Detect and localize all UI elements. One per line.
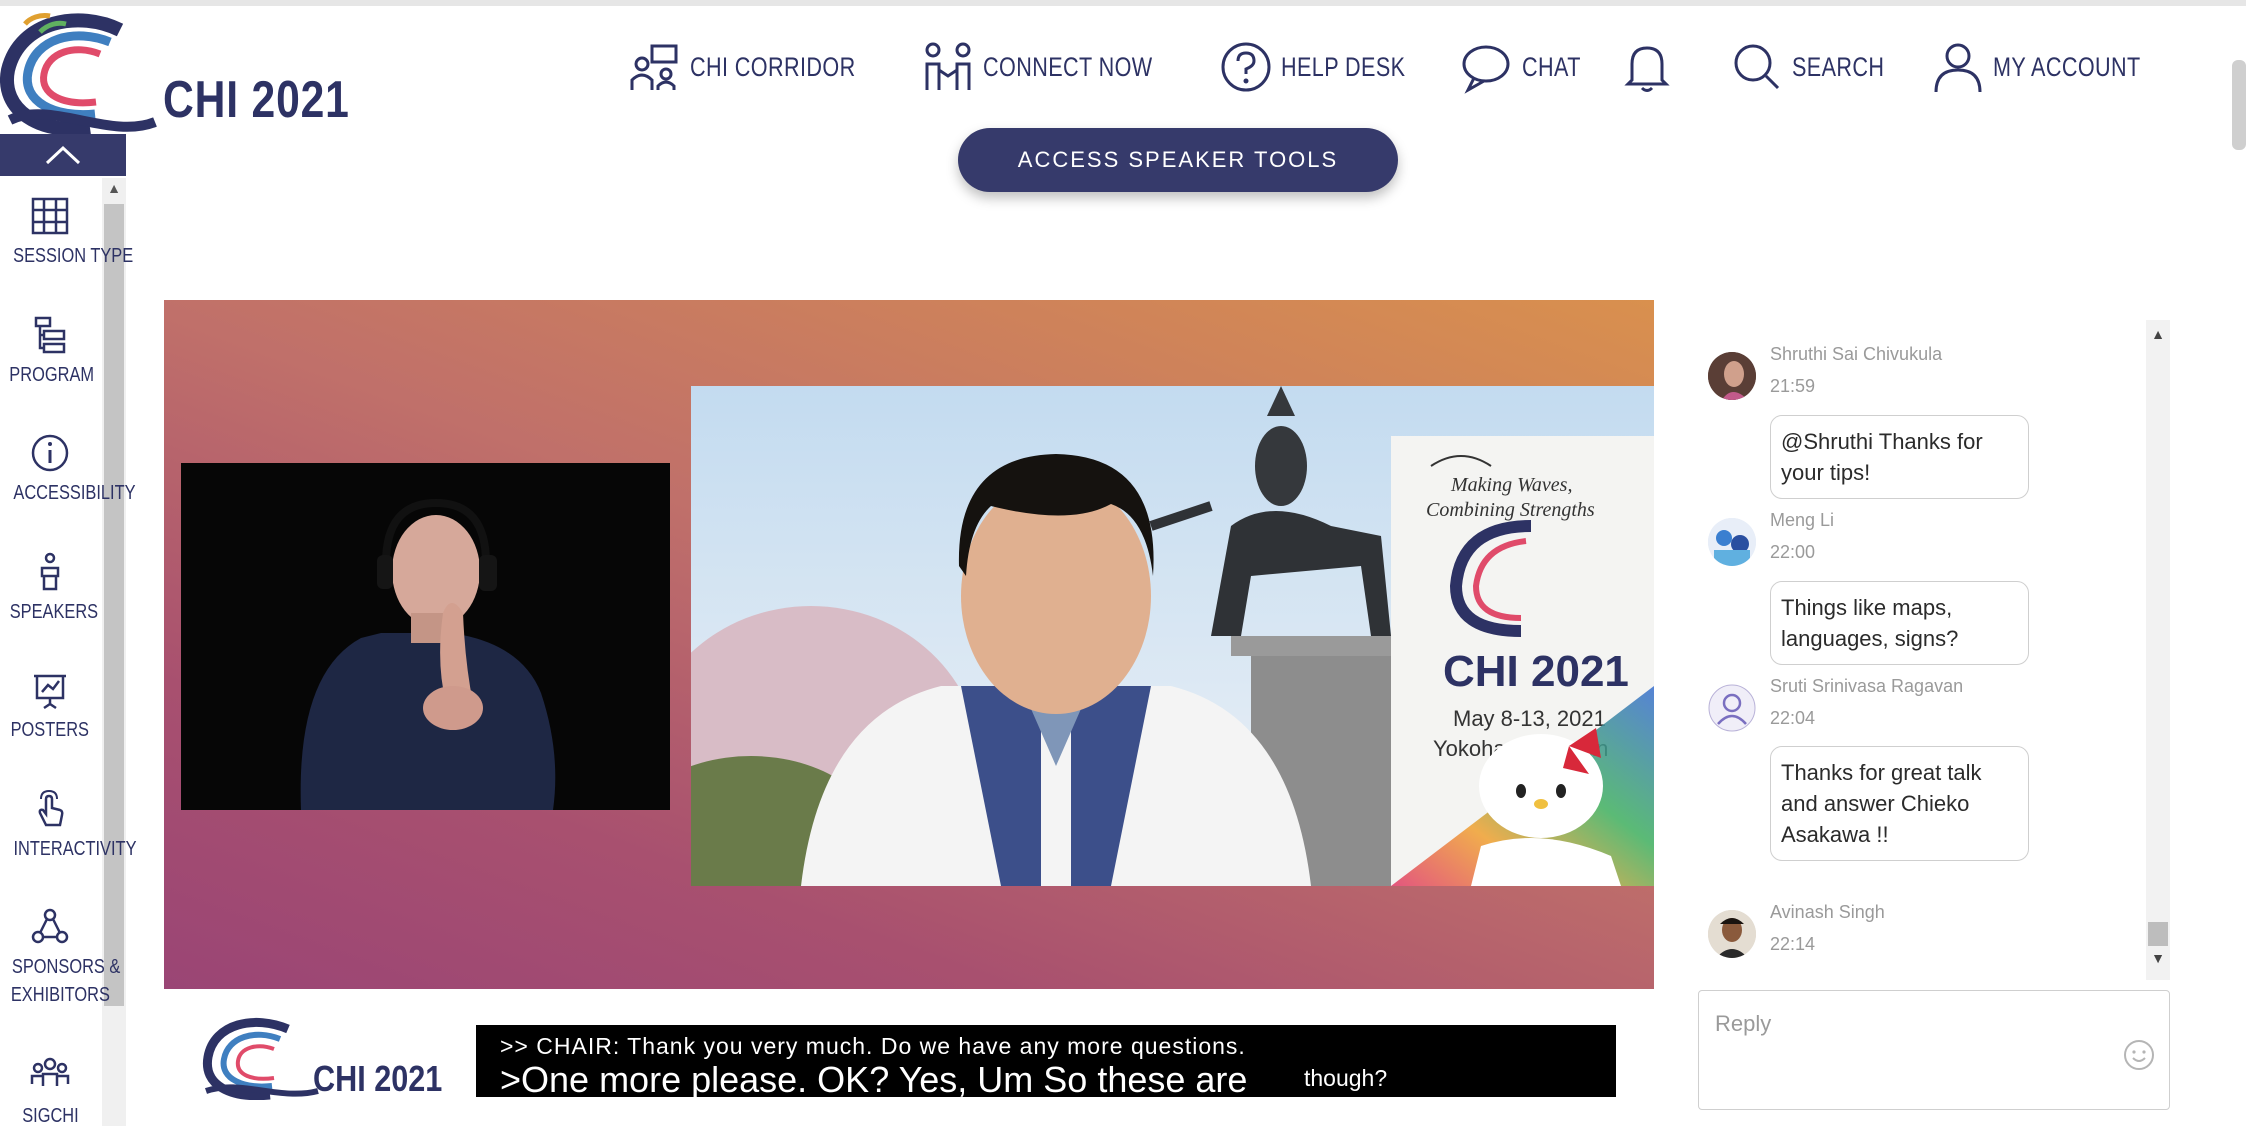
- chat-panel: Shruthi Sai Chivukula 21:59 @Shruthi Tha…: [1700, 320, 2145, 980]
- chat-scrollbar[interactable]: [2146, 320, 2170, 980]
- banner-date: May 8-13, 2021: [1453, 706, 1606, 731]
- banner-line-1: Making Waves,: [1450, 474, 1572, 496]
- nav-help-desk[interactable]: HELP DESK: [1219, 40, 1437, 94]
- connect-icon: [925, 42, 971, 90]
- avatar: [1708, 684, 1756, 732]
- speaker-icon: [40, 552, 60, 591]
- bell-icon: [1624, 46, 1670, 92]
- wave-logo-icon: [0, 13, 157, 137]
- network-icon: [31, 908, 69, 944]
- caption-line-3: though?: [1304, 1065, 1388, 1091]
- interpreter-figure: [181, 463, 670, 810]
- reply-input[interactable]: Reply: [1698, 990, 2170, 1110]
- help-icon: [1221, 42, 1271, 92]
- poster-icon: [34, 674, 66, 710]
- speaker-scene: Making Waves, Combining Strengths CHI 20…: [691, 386, 1654, 886]
- emoji-icon[interactable]: [2123, 1039, 2155, 1071]
- chat-icon: [1462, 45, 1510, 94]
- sidebar-item-interactivity[interactable]: INTERACTIVITY: [0, 789, 137, 863]
- info-icon: [31, 434, 69, 472]
- banner-title: CHI 2021: [1443, 647, 1629, 696]
- touch-icon: [38, 789, 64, 827]
- sign-language-interpreter-video: [181, 463, 670, 810]
- sidebar-item-label: INTERACTIVITY: [13, 838, 137, 860]
- top-nav: CHI CORRIDOR CONNECT NOW HELP DESK CHAT: [604, 40, 2178, 94]
- logo-text: CHI 2021: [163, 71, 350, 129]
- chat-message-author: Shruthi Sai Chivukula: [1770, 344, 1943, 364]
- browser-top-line: [0, 0, 2246, 6]
- chat-message-time: 22:14: [1770, 934, 1816, 954]
- sidebar-collapse-button[interactable]: [0, 134, 126, 176]
- sidebar-item-sponsors[interactable]: SPONSORS & EXHIBITORS: [0, 907, 120, 1009]
- avatar-photo: [1708, 910, 1756, 958]
- people-icon: [30, 1057, 70, 1086]
- avatar: [1708, 352, 1756, 400]
- avatar: [1708, 518, 1756, 566]
- program-icon: [34, 316, 66, 354]
- sidebar-item-label-line2: EXHIBITORS: [10, 984, 110, 1006]
- sidebar-item-label: ACCESSIBILITY: [13, 482, 136, 504]
- page-scrollbar[interactable]: [2232, 60, 2246, 150]
- reply-placeholder: Reply: [1715, 1011, 1772, 1036]
- chat-message-author: Meng Li: [1770, 510, 1835, 530]
- search-icon: [1734, 44, 1779, 90]
- avatar-photo: [1708, 352, 1756, 400]
- sidebar-item-posters[interactable]: POSTERS: [0, 670, 100, 744]
- sidebar-item-accessibility[interactable]: ACCESSIBILITY: [0, 433, 136, 507]
- sidebar-item-label: SESSION TYPE: [13, 245, 134, 267]
- chat-message-time: 21:59: [1770, 376, 1816, 396]
- sidebar-item-session-type[interactable]: SESSION TYPE: [0, 196, 133, 270]
- nav-label: MY ACCOUNT: [1993, 51, 2142, 82]
- chat-scroll-up-arrow[interactable]: ▲: [2146, 326, 2170, 342]
- caption-line-1: >> CHAIR: Thank you very much. Do we hav…: [500, 1033, 1246, 1059]
- chevron-up-icon: [45, 145, 81, 165]
- corridor-icon: [630, 44, 678, 90]
- sidebar-item-sigchi[interactable]: SIGCHI: [0, 1056, 100, 1130]
- sidebar-item-program[interactable]: PROGRAM: [0, 315, 100, 389]
- nav-connect-now[interactable]: CONNECT NOW: [921, 40, 1195, 94]
- chat-scrollbar-thumb[interactable]: [2148, 922, 2168, 946]
- sidebar-item-label: PROGRAM: [9, 364, 95, 386]
- chat-message-author: Sruti Srinivasa Ragavan: [1770, 676, 1964, 696]
- nav-label: HELP DESK: [1280, 51, 1406, 82]
- nav-label: CHAT: [1522, 51, 1582, 82]
- speaker-video: Making Waves, Combining Strengths CHI 20…: [691, 386, 1654, 886]
- sidebar-item-speakers[interactable]: SPEAKERS: [0, 552, 100, 626]
- banner-line-2: Combining Strengths: [1426, 499, 1595, 521]
- sidebar-scroll-up-arrow[interactable]: ▲: [104, 180, 124, 200]
- avatar-photo: [1708, 518, 1756, 566]
- bottom-logo-text: CHI 2021: [313, 1058, 443, 1099]
- nav-chat[interactable]: CHAT: [1460, 40, 1596, 94]
- sidebar-item-label: POSTERS: [10, 719, 90, 741]
- live-captions: >> CHAIR: Thank you very much. Do we hav…: [476, 1025, 1616, 1100]
- nav-label: SEARCH: [1791, 51, 1885, 82]
- nav-chi-corridor[interactable]: CHI CORRIDOR: [628, 40, 897, 94]
- account-icon: [1934, 43, 1982, 93]
- nav-notifications[interactable]: [1620, 40, 1674, 94]
- chat-message-time: 22:04: [1770, 708, 1816, 728]
- default-user-icon: [1708, 684, 1756, 732]
- sidebar-item-label: SPEAKERS: [9, 601, 99, 623]
- chat-scroll-down-arrow[interactable]: ▼: [2146, 950, 2170, 966]
- nav-label: CHI CORRIDOR: [689, 51, 856, 82]
- nav-search[interactable]: SEARCH: [1730, 40, 1908, 94]
- access-speaker-tools-button[interactable]: ACCESS SPEAKER TOOLS: [958, 128, 1398, 192]
- video-player[interactable]: Making Waves, Combining Strengths CHI 20…: [164, 300, 1654, 989]
- chat-message-time: 22:00: [1770, 542, 1816, 562]
- sidebar-item-label: SPONSORS &: [11, 956, 121, 978]
- nav-my-account[interactable]: MY ACCOUNT: [1931, 40, 2178, 94]
- chat-message-author: Avinash Singh: [1770, 902, 1885, 922]
- wave-logo-icon: [202, 1018, 319, 1101]
- chat-bubble: @Shruthi Thanks for your tips!: [1770, 415, 2029, 499]
- chat-bubble: Thanks for great talk and answer Chieko …: [1770, 746, 2029, 861]
- caption-line-2: >One more please. OK? Yes, Um So these a…: [500, 1059, 1248, 1100]
- grid-icon: [31, 197, 69, 235]
- sidebar-scrollbar-thumb[interactable]: [104, 204, 124, 1006]
- chat-bubble: Things like maps, languages, signs?: [1770, 581, 2029, 665]
- avatar: [1708, 910, 1756, 958]
- nav-label: CONNECT NOW: [982, 51, 1153, 82]
